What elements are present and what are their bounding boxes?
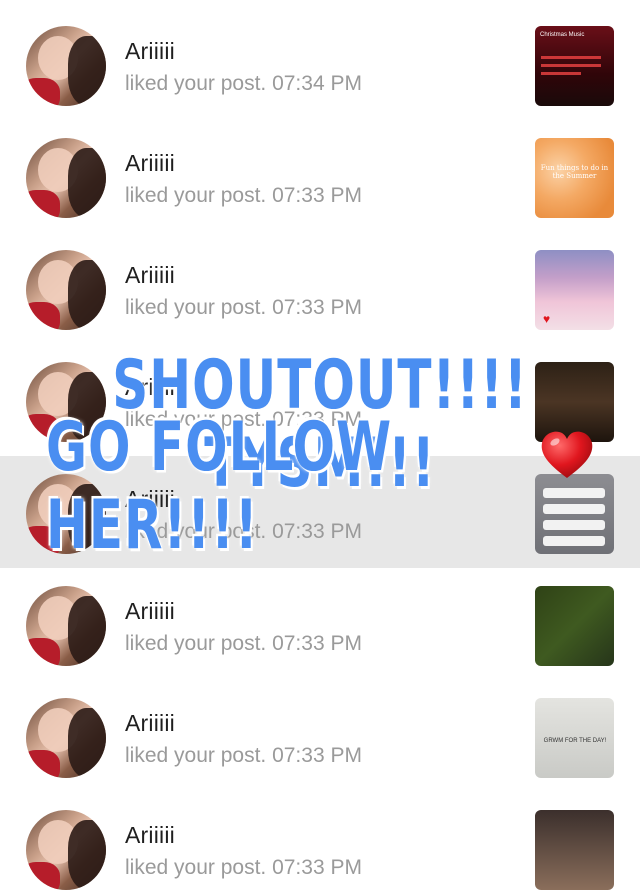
notification-text: liked your post. 07:33 PM (125, 184, 362, 207)
avatar[interactable] (26, 810, 106, 890)
notification-text: liked your post. 07:34 PM (125, 72, 362, 95)
notification-text: liked your post. 07:33 PM (125, 296, 362, 319)
username[interactable]: Ariiiii (125, 150, 175, 177)
username[interactable]: Ariiiii (125, 598, 175, 625)
post-thumbnail[interactable]: Christmas Music (535, 26, 614, 106)
username[interactable]: Ariiiii (125, 262, 175, 289)
avatar[interactable] (26, 138, 106, 218)
post-thumbnail[interactable] (535, 810, 614, 890)
post-thumbnail[interactable]: Fun things to do in the Summer (535, 138, 614, 218)
avatar[interactable] (26, 26, 106, 106)
post-thumbnail[interactable]: GRWM FOR THE DAY! (535, 698, 614, 778)
post-thumbnail[interactable]: ♥ (535, 250, 614, 330)
follow-overlay-text: GO FOLLOW HER!!!! (46, 407, 393, 565)
username[interactable]: Ariiiii (125, 822, 175, 849)
notification-text: liked your post. 07:33 PM (125, 744, 362, 767)
notification-row[interactable]: Ariiiii liked your post. 07:34 PM Christ… (0, 0, 640, 112)
username[interactable]: Ariiiii (125, 38, 175, 65)
notification-text: liked your post. 07:33 PM (125, 632, 362, 655)
avatar[interactable] (26, 698, 106, 778)
post-thumbnail[interactable] (535, 586, 614, 666)
notification-row[interactable]: Ariiiii liked your post. 07:33 PM (0, 784, 640, 896)
notification-row[interactable]: Ariiiii liked your post. 07:33 PM GRWM F… (0, 672, 640, 784)
notification-row[interactable]: Ariiiii liked your post. 07:33 PM ♥ (0, 224, 640, 336)
avatar[interactable] (26, 586, 106, 666)
notification-row[interactable]: Ariiiii liked your post. 07:33 PM Fun th… (0, 112, 640, 224)
avatar[interactable] (26, 250, 106, 330)
notification-text: liked your post. 07:33 PM (125, 856, 362, 879)
heart-icon (541, 431, 593, 478)
notification-row[interactable]: Ariiiii liked your post. 07:33 PM (0, 560, 640, 672)
username[interactable]: Ariiiii (125, 710, 175, 737)
heart-icon: ♥ (543, 312, 551, 326)
